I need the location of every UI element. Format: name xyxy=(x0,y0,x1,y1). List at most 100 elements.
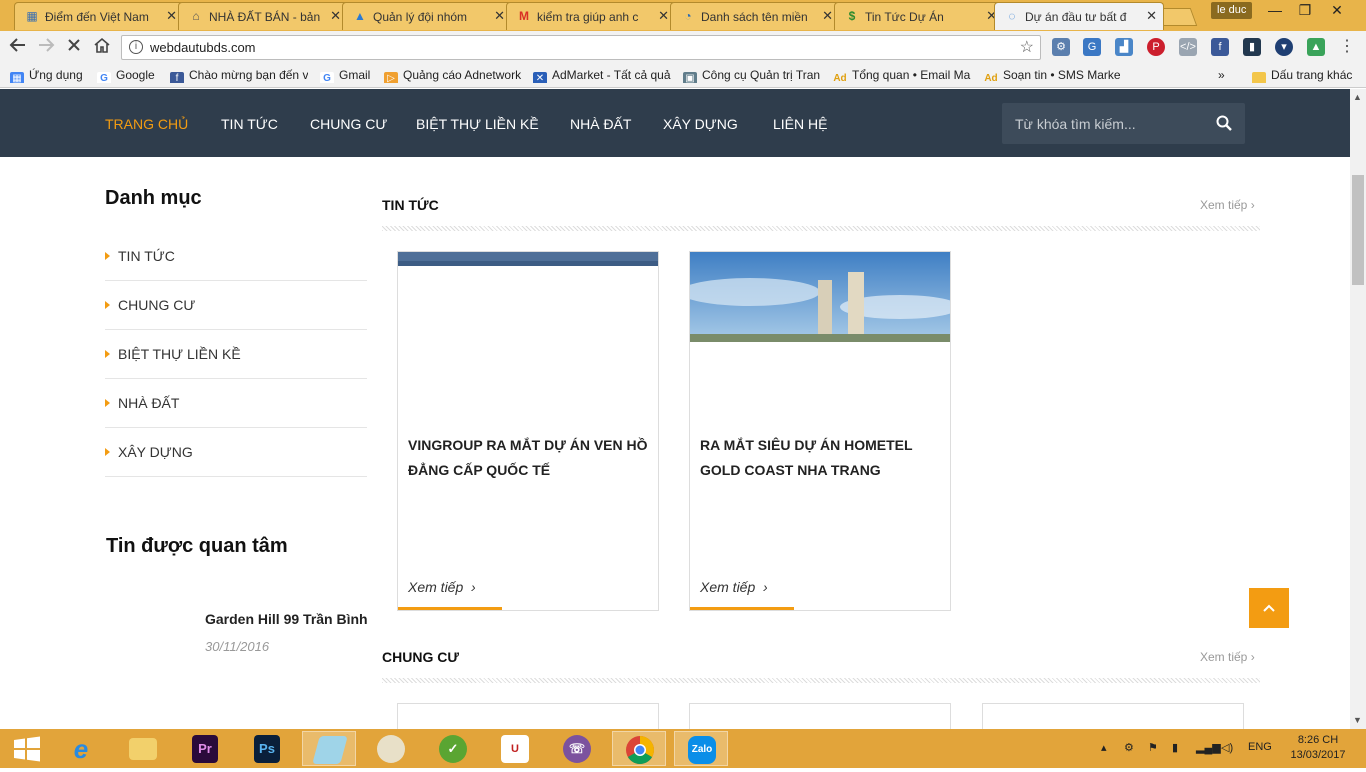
coccoc-button[interactable]: ✓ xyxy=(426,731,480,766)
tray-overflow-icon[interactable]: ▴ xyxy=(1101,741,1107,754)
apartment-card[interactable] xyxy=(689,703,951,729)
read-more-link[interactable]: Xem tiếp › xyxy=(700,579,768,595)
extension-icon[interactable]: ⚙ xyxy=(1052,38,1070,56)
tab-quan-ly-doi-nhom[interactable]: ▲ Quản lý đội nhóm ✕ xyxy=(342,2,512,30)
nav-chung-cu[interactable]: CHUNG CƯ xyxy=(310,116,387,132)
bookmark-admarket[interactable]: ✕ AdMarket - Tất cả quả xyxy=(533,67,671,83)
news-card[interactable]: RA MẮT SIÊU DỰ ÁN HOMETEL GOLD COAST NHA… xyxy=(689,251,951,611)
nav-tin-tuc[interactable]: TIN TỨC xyxy=(221,116,278,132)
bookmark-gmail[interactable]: G Gmail xyxy=(320,67,376,83)
photoshop-button[interactable]: Ps xyxy=(240,731,294,766)
close-window-button[interactable]: ✕ xyxy=(1322,0,1352,20)
nav-trang-chu[interactable]: TRANG CHỦ xyxy=(105,116,188,132)
viber-button[interactable]: ☏ xyxy=(550,731,604,766)
tab-nha-dat-ban[interactable]: ⌂ NHÀ ĐẤT BÁN - bản ✕ xyxy=(178,2,348,30)
analytics-icon[interactable]: ▟ xyxy=(1115,38,1133,56)
forward-button[interactable] xyxy=(34,36,58,58)
apartment-card[interactable] xyxy=(982,703,1244,729)
star-icon[interactable]: ☆ xyxy=(1020,36,1034,59)
category-tin-tuc[interactable]: TIN TỨC xyxy=(105,232,367,281)
tray-battery-icon[interactable]: ▮ xyxy=(1172,741,1178,754)
apartment-card[interactable] xyxy=(397,703,659,729)
nav-xay-dung[interactable]: XÂY DỰNG xyxy=(663,116,738,132)
maximize-button[interactable]: ❐ xyxy=(1290,0,1320,20)
scroll-to-top-button[interactable] xyxy=(1249,588,1289,628)
search-icon[interactable] xyxy=(1215,114,1233,132)
internet-explorer-button[interactable]: e xyxy=(54,731,108,766)
file-explorer-button[interactable] xyxy=(116,731,170,766)
category-biet-thu-lien-ke[interactable]: BIỆT THỰ LIỀN KỀ xyxy=(105,330,367,379)
close-icon[interactable]: ✕ xyxy=(822,8,833,24)
info-icon[interactable]: i xyxy=(129,40,143,54)
premiere-button[interactable]: Pr xyxy=(178,731,232,766)
nav-nha-dat[interactable]: NHÀ ĐẤT xyxy=(570,116,631,132)
language-indicator[interactable]: ENG xyxy=(1248,741,1272,753)
bookmark-facebook[interactable]: f Chào mừng bạn đến v xyxy=(170,67,308,83)
scroll-up-icon[interactable]: ▲ xyxy=(1353,92,1362,102)
tray-app-icon[interactable]: ⚙ xyxy=(1124,741,1134,754)
scrollbar-thumb[interactable] xyxy=(1352,175,1364,285)
close-icon[interactable]: ✕ xyxy=(166,8,177,24)
tab-danh-sach-ten-mien[interactable]: ◔ Danh sách tên miền ✕ xyxy=(670,2,840,30)
chevron-right-icon: › xyxy=(763,579,768,595)
close-icon[interactable]: ✕ xyxy=(1146,8,1157,24)
news-card[interactable]: VINGROUP RA MẮT DỰ ÁN VEN HỒ ĐẲNG CẤP QU… xyxy=(397,251,659,611)
search-input[interactable] xyxy=(1002,103,1202,144)
section-more-link[interactable]: Xem tiếp › xyxy=(1200,198,1255,212)
category-xay-dung[interactable]: XÂY DỰNG xyxy=(105,428,367,477)
facebook-icon[interactable]: f xyxy=(1211,38,1229,56)
featured-post-title[interactable]: Garden Hill 99 Trần Bình xyxy=(205,611,368,627)
pinterest-icon[interactable]: P xyxy=(1147,38,1165,56)
tray-network-icon[interactable]: ▂▄▆ xyxy=(1196,741,1221,754)
bookmark-apps[interactable]: ▦ Ứng dụng xyxy=(10,67,90,83)
url-text: webdautubds.com xyxy=(150,40,256,55)
tab-tin-tuc-du-an[interactable]: $ Tin Tức Dự Án ✕ xyxy=(834,2,1004,30)
stop-button[interactable] xyxy=(62,36,86,58)
pocket-icon[interactable]: ▾ xyxy=(1275,38,1293,56)
windows-start-button[interactable] xyxy=(0,731,54,766)
category-chung-cu[interactable]: CHUNG CƯ xyxy=(105,281,367,330)
tray-volume-icon[interactable]: ◁) xyxy=(1221,741,1233,754)
bookmark-email[interactable]: Ad Tổng quan • Email Ma xyxy=(833,67,973,83)
menu-icon[interactable]: ⋮ xyxy=(1338,38,1356,56)
card-title[interactable]: VINGROUP RA MẮT DỰ ÁN VEN HỒ ĐẲNG CẤP QU… xyxy=(408,433,648,483)
chrome-button[interactable] xyxy=(612,731,666,766)
scroll-down-icon[interactable]: ▼ xyxy=(1353,715,1362,725)
notepad-button[interactable] xyxy=(302,731,356,766)
translate-icon[interactable]: G xyxy=(1083,38,1101,56)
bookmarks-overflow-button[interactable]: » xyxy=(1218,67,1232,83)
page-scrollbar[interactable]: ▲ ▼ xyxy=(1350,89,1366,729)
bookmark-icon[interactable]: ▮ xyxy=(1243,38,1261,56)
taskbar-clock[interactable]: 8:26 CH 13/03/2017 xyxy=(1290,733,1346,763)
zalo-button[interactable]: Zalo xyxy=(674,731,728,766)
stats-icon[interactable]: ▲ xyxy=(1307,38,1325,56)
bookmark-adnetwork[interactable]: ▷ Quảng cáo Adnetwork xyxy=(384,67,522,83)
read-more-link[interactable]: Xem tiếp › xyxy=(408,579,476,595)
card-image[interactable] xyxy=(690,252,950,342)
tray-flag-icon[interactable]: ⚑ xyxy=(1148,741,1158,754)
card-image[interactable] xyxy=(398,252,658,266)
bookmark-sms[interactable]: Ad Soạn tin • SMS Marke xyxy=(984,67,1120,83)
close-icon[interactable]: ✕ xyxy=(330,8,341,24)
close-icon[interactable]: ✕ xyxy=(658,8,669,24)
paint-button[interactable] xyxy=(364,731,418,766)
home-button[interactable] xyxy=(90,36,114,58)
address-bar[interactable]: i webdautubds.com ☆ xyxy=(121,35,1041,60)
section-more-link[interactable]: Xem tiếp › xyxy=(1200,650,1255,664)
tab-du-an-dau-tu[interactable]: ◌ Dự án đầu tư bất đ ✕ xyxy=(994,2,1164,30)
profile-button[interactable]: le duc xyxy=(1211,2,1253,19)
code-icon[interactable]: </> xyxy=(1179,38,1197,56)
bookmark-webmaster[interactable]: ▣ Công cụ Quản trị Tran xyxy=(683,67,821,83)
nav-biet-thu-lien-ke[interactable]: BIỆT THỰ LIỀN KỀ xyxy=(416,116,539,132)
card-title[interactable]: RA MẮT SIÊU DỰ ÁN HOMETEL GOLD COAST NHA… xyxy=(700,433,940,483)
bookmark-google[interactable]: G Google xyxy=(97,67,163,83)
close-icon[interactable]: ✕ xyxy=(494,8,505,24)
other-bookmarks[interactable]: Dấu trang khác xyxy=(1252,67,1364,83)
minimize-button[interactable]: — xyxy=(1260,0,1290,20)
unikey-button[interactable]: U xyxy=(488,731,542,766)
tab-kiem-tra[interactable]: M kiểm tra giúp anh c ✕ xyxy=(506,2,676,30)
category-nha-dat[interactable]: NHÀ ĐẤT xyxy=(105,379,367,428)
back-button[interactable] xyxy=(6,36,30,58)
nav-lien-he[interactable]: LIÊN HỆ xyxy=(773,116,827,132)
tab-diem-den-viet-nam[interactable]: ▦ Điểm đến Việt Nam ✕ xyxy=(14,2,184,30)
